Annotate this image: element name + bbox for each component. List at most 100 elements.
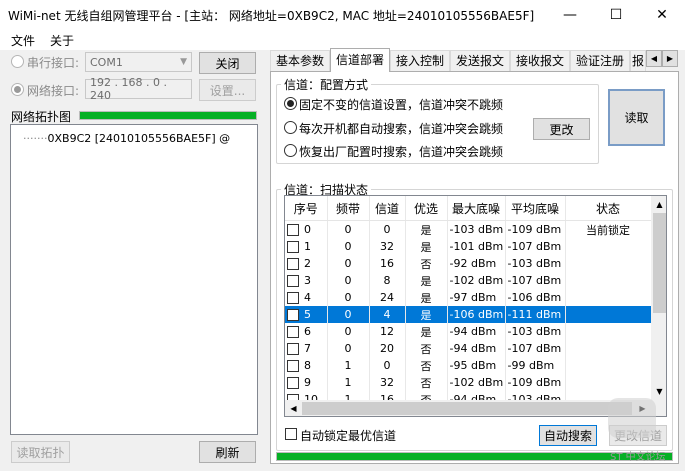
cell-avg-noise: -109 dBm bbox=[505, 374, 566, 391]
change-config-button[interactable]: 更改 bbox=[533, 118, 590, 140]
row-checkbox[interactable] bbox=[287, 326, 299, 338]
scroll-down-icon[interactable]: ▼ bbox=[651, 383, 666, 400]
table-row[interactable]: 5 0 4 是 -106 dBm -111 dBm bbox=[285, 306, 652, 323]
menu-file[interactable]: 文件 bbox=[11, 32, 35, 49]
row-checkbox[interactable] bbox=[287, 377, 299, 389]
ip-address-input[interactable]: 192 . 168 . 0 . 240 bbox=[85, 76, 192, 102]
cell-status bbox=[565, 340, 652, 357]
minimize-button[interactable]: — bbox=[547, 0, 593, 30]
tab-channel-deploy[interactable]: 信道部署 bbox=[330, 48, 390, 72]
cell-status bbox=[565, 357, 652, 374]
vertical-scrollbar[interactable]: ▲ ▼ bbox=[651, 196, 666, 400]
scroll-left-icon[interactable]: ◀ bbox=[285, 400, 302, 416]
cell-band: 1 bbox=[327, 357, 370, 374]
row-checkbox[interactable] bbox=[287, 343, 299, 355]
channel-list[interactable]: 序号 频带 信道 优选 最大底噪 平均底噪 状态 0 0 0 是 -103 dBm -10… bbox=[284, 195, 667, 417]
read-button[interactable]: 读取 bbox=[608, 89, 665, 146]
row-checkbox[interactable] bbox=[287, 258, 299, 270]
col-header-band[interactable]: 频带 bbox=[327, 196, 370, 221]
option-factory-radio[interactable] bbox=[284, 144, 297, 157]
topology-tree[interactable]: ·······0XB9C2 [24010105556BAE5F] @ bbox=[10, 124, 258, 435]
cell-channel: 4 bbox=[369, 306, 406, 323]
cell-index: 9 bbox=[285, 374, 328, 391]
col-header-index[interactable]: 序号 bbox=[285, 196, 328, 221]
watermark-text: ST 中文论坛 bbox=[610, 452, 666, 463]
col-header-channel[interactable]: 信道 bbox=[369, 196, 406, 221]
network-radio[interactable] bbox=[11, 83, 24, 96]
read-topology-button[interactable]: 读取拓扑 bbox=[11, 441, 70, 463]
option-factory-label: 恢复出厂配置时搜索，信道冲突会跳频 bbox=[299, 145, 504, 159]
cell-avg-noise: -107 dBm bbox=[505, 272, 566, 289]
row-index-label: 8 bbox=[304, 359, 311, 372]
table-row[interactable]: 8 1 0 否 -95 dBm -99 dBm bbox=[285, 357, 652, 374]
menu-about[interactable]: 关于 bbox=[50, 32, 74, 49]
tab-access-control[interactable]: 接入控制 bbox=[390, 50, 450, 71]
cell-max-noise: -106 dBm bbox=[447, 306, 506, 323]
h-scrollbar-thumb[interactable] bbox=[302, 402, 632, 415]
tab-more[interactable]: 报 bbox=[630, 50, 646, 71]
close-window-button[interactable]: ✕ bbox=[639, 0, 685, 30]
cell-index: 2 bbox=[285, 255, 328, 272]
tab-send-message[interactable]: 发送报文 bbox=[450, 50, 510, 71]
table-row[interactable]: 7 0 20 否 -94 dBm -107 dBm bbox=[285, 340, 652, 357]
cell-band: 0 bbox=[327, 306, 370, 323]
col-header-status[interactable]: 状态 bbox=[565, 196, 652, 221]
tab-basic-params[interactable]: 基本参数 bbox=[270, 50, 330, 71]
cell-preferred: 是 bbox=[405, 272, 448, 289]
cell-max-noise: -101 dBm bbox=[447, 238, 506, 255]
title-bar: WiMi-net 无线自组网管理平台 - [主站： 网络地址=0XB9C2, M… bbox=[0, 0, 685, 30]
tree-node-label: 0XB9C2 [24010105556BAE5F] @ bbox=[47, 132, 231, 145]
cell-band: 0 bbox=[327, 272, 370, 289]
auto-search-button[interactable]: 自动搜索 bbox=[539, 425, 597, 446]
tab-receive-message[interactable]: 接收报文 bbox=[510, 50, 570, 71]
cell-status bbox=[565, 374, 652, 391]
table-row[interactable]: 4 0 24 是 -97 dBm -106 dBm bbox=[285, 289, 652, 306]
close-port-button[interactable]: 关闭 bbox=[199, 52, 256, 74]
maximize-button[interactable]: ☐ bbox=[593, 0, 639, 30]
serial-radio[interactable] bbox=[11, 55, 24, 68]
col-header-preferred[interactable]: 优选 bbox=[405, 196, 448, 221]
cell-avg-noise: -99 dBm bbox=[505, 357, 566, 374]
cell-index: 4 bbox=[285, 289, 328, 306]
horizontal-scrollbar[interactable]: ◀ ▶ bbox=[285, 400, 651, 416]
table-row[interactable]: 6 0 12 是 -94 dBm -103 dBm bbox=[285, 323, 652, 340]
row-checkbox[interactable] bbox=[287, 360, 299, 372]
option-fixed-radio[interactable] bbox=[284, 97, 297, 110]
row-checkbox[interactable] bbox=[287, 241, 299, 253]
cell-band: 0 bbox=[327, 340, 370, 357]
col-header-avg-noise[interactable]: 平均底噪 bbox=[505, 196, 566, 221]
table-row[interactable]: 3 0 8 是 -102 dBm -107 dBm bbox=[285, 272, 652, 289]
row-checkbox[interactable] bbox=[287, 275, 299, 287]
tab-verify-register[interactable]: 验证注册 bbox=[570, 50, 630, 71]
cell-channel: 0 bbox=[369, 220, 406, 238]
auto-lock-checkbox[interactable] bbox=[285, 428, 297, 440]
scroll-up-icon[interactable]: ▲ bbox=[651, 196, 666, 213]
cell-preferred: 是 bbox=[405, 289, 448, 306]
cell-band: 0 bbox=[327, 323, 370, 340]
tab-scroll-left-icon[interactable]: ◀ bbox=[646, 50, 662, 67]
settings-button[interactable]: 设置... bbox=[199, 79, 256, 101]
cell-index: 8 bbox=[285, 357, 328, 374]
row-checkbox[interactable] bbox=[287, 224, 299, 236]
row-index-label: 9 bbox=[304, 376, 311, 389]
table-row[interactable]: 0 0 0 是 -103 dBm -109 dBm 当前锁定 bbox=[285, 220, 652, 238]
table-row[interactable]: 9 1 32 否 -102 dBm -109 dBm bbox=[285, 374, 652, 391]
refresh-button[interactable]: 刷新 bbox=[199, 441, 256, 463]
table-row[interactable]: 2 0 16 否 -92 dBm -103 dBm bbox=[285, 255, 652, 272]
cell-channel: 32 bbox=[369, 374, 406, 391]
cell-max-noise: -102 dBm bbox=[447, 374, 506, 391]
row-index-label: 5 bbox=[304, 308, 311, 321]
row-checkbox[interactable] bbox=[287, 292, 299, 304]
option-auto-search-radio[interactable] bbox=[284, 121, 297, 134]
cell-index: 6 bbox=[285, 323, 328, 340]
scrollbar-thumb[interactable] bbox=[653, 213, 666, 313]
table-row[interactable]: 1 0 32 是 -101 dBm -107 dBm bbox=[285, 238, 652, 255]
row-checkbox[interactable] bbox=[287, 309, 299, 321]
col-header-max-noise[interactable]: 最大底噪 bbox=[447, 196, 506, 221]
tree-node[interactable]: ·······0XB9C2 [24010105556BAE5F] @ bbox=[23, 132, 230, 145]
serial-port-select[interactable]: COM1 ▼ bbox=[85, 52, 192, 72]
tab-scroll-right-icon[interactable]: ▶ bbox=[662, 50, 678, 67]
cell-index: 1 bbox=[285, 238, 328, 255]
cell-status bbox=[565, 272, 652, 289]
serial-port-value: COM1 bbox=[90, 55, 123, 69]
